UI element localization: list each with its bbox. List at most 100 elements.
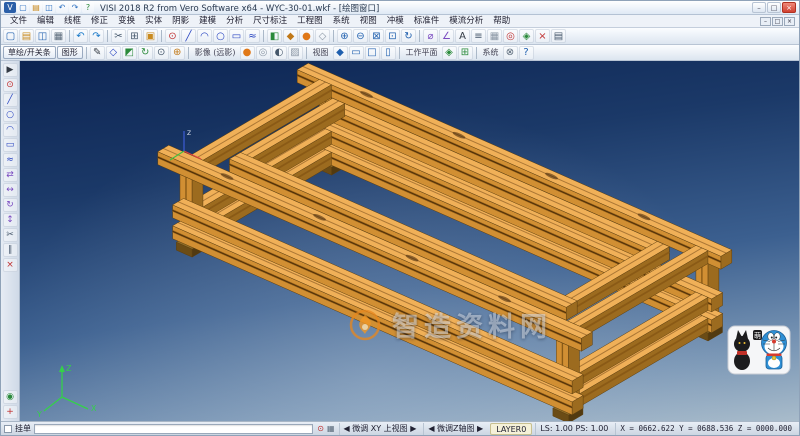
grid-icon[interactable]: ▦: [487, 29, 502, 43]
grid-toggle-icon[interactable]: ▦: [326, 424, 336, 433]
menu-item-14[interactable]: 冲模: [382, 15, 409, 28]
help-icon[interactable]: ?: [82, 2, 94, 13]
menu-item-12[interactable]: 系统: [328, 15, 355, 28]
graphics-panel-button[interactable]: 图形: [57, 46, 83, 59]
zoom-window-icon[interactable]: ⊠: [369, 29, 384, 43]
save-file-icon[interactable]: ◫: [43, 2, 55, 13]
menu-item-17[interactable]: 帮助: [488, 15, 515, 28]
sketch-icon[interactable]: ✎: [90, 46, 105, 60]
properties-icon[interactable]: ▤: [551, 29, 566, 43]
hole-icon[interactable]: ⊙: [154, 46, 169, 60]
menu-item-4[interactable]: 修正: [86, 15, 113, 28]
rectangle-tool-icon[interactable]: ▭: [3, 138, 18, 152]
arc-icon[interactable]: ◠: [197, 29, 212, 43]
menu-item-16[interactable]: 模流分析: [444, 15, 488, 28]
measure-icon[interactable]: ⌀: [423, 29, 438, 43]
text-tool-icon[interactable]: A: [455, 29, 470, 43]
redo-icon[interactable]: ↷: [89, 29, 104, 43]
workplane-new-icon[interactable]: ⊞: [458, 46, 473, 60]
spline-tool-icon[interactable]: ≈: [3, 153, 18, 167]
copy-icon[interactable]: ⊞: [127, 29, 142, 43]
erase-icon[interactable]: ×: [3, 258, 18, 272]
undo-icon[interactable]: ↶: [73, 29, 88, 43]
visi-logo-icon[interactable]: V: [4, 2, 16, 13]
view-iso-icon[interactable]: ◆: [333, 46, 348, 60]
workplane-selector[interactable]: ◀ 微调 XY 上视图 ▶: [339, 423, 421, 435]
workplane-icon[interactable]: ◈: [519, 29, 534, 43]
rotate-view-icon[interactable]: ↻: [401, 29, 416, 43]
viewport-3d[interactable]: Z 智造资料网 Z X Y: [20, 61, 799, 421]
point-icon[interactable]: ⊙: [165, 29, 180, 43]
mdi-close-button[interactable]: ×: [784, 17, 795, 26]
point-tool-icon[interactable]: ⊙: [3, 78, 18, 92]
line-tool-icon[interactable]: ╱: [3, 93, 18, 107]
zoom-in-icon[interactable]: ⊕: [337, 29, 352, 43]
system-help-icon[interactable]: ?: [519, 46, 534, 60]
menu-item-3[interactable]: 线框: [59, 15, 86, 28]
view-selector[interactable]: ◀ 微调Z轴图 ▶: [423, 423, 487, 435]
hidden-line-mode-icon[interactable]: ◎: [256, 46, 271, 60]
workplane-standard-icon[interactable]: ◈: [442, 46, 457, 60]
spline-icon[interactable]: ≈: [245, 29, 260, 43]
wireframe-icon[interactable]: ◇: [315, 29, 330, 43]
view-top-icon[interactable]: ▭: [349, 46, 364, 60]
snap-toggle-icon[interactable]: ⊙: [316, 424, 325, 433]
model-3d[interactable]: [20, 61, 799, 421]
print-icon[interactable]: ▦: [51, 29, 66, 43]
open-icon[interactable]: ▤: [19, 29, 34, 43]
menu-item-13[interactable]: 视图: [355, 15, 382, 28]
minimize-button[interactable]: –: [752, 2, 766, 13]
new-icon[interactable]: ▢: [3, 29, 18, 43]
undo-icon[interactable]: ↶: [56, 2, 68, 13]
surface-icon[interactable]: ◧: [267, 29, 282, 43]
view-right-icon[interactable]: ▯: [381, 46, 396, 60]
close-button[interactable]: ×: [782, 2, 796, 13]
boolean-icon[interactable]: ⊕: [170, 46, 185, 60]
cut-icon[interactable]: ✂: [111, 29, 126, 43]
circle-tool-icon[interactable]: ○: [3, 108, 18, 122]
menu-item-8[interactable]: 建模: [194, 15, 221, 28]
menu-item-10[interactable]: 尺寸标注: [248, 15, 292, 28]
move-icon[interactable]: ↔: [3, 183, 18, 197]
view-front-icon[interactable]: □: [365, 46, 380, 60]
command-input[interactable]: [34, 424, 313, 434]
compass-icon[interactable]: ◉: [3, 390, 18, 404]
circle-icon[interactable]: ○: [213, 29, 228, 43]
layer-indicator[interactable]: LAYER0: [490, 423, 532, 435]
menu-item-15[interactable]: 标准件: [409, 15, 445, 28]
redo-icon[interactable]: ↷: [69, 2, 81, 13]
delete-icon[interactable]: ×: [535, 29, 550, 43]
zoom-fit-icon[interactable]: ⊡: [385, 29, 400, 43]
revolve-icon[interactable]: ↻: [138, 46, 153, 60]
offset-icon[interactable]: ∥: [3, 243, 18, 257]
mdi-minimize-button[interactable]: –: [760, 17, 771, 26]
mirror-icon[interactable]: ⇄: [3, 168, 18, 182]
scale-icon[interactable]: ↕: [3, 213, 18, 227]
snap-icon[interactable]: ◎: [503, 29, 518, 43]
save-icon[interactable]: ◫: [35, 29, 50, 43]
menu-item-2[interactable]: 编辑: [32, 15, 59, 28]
menu-item-6[interactable]: 实体: [140, 15, 167, 28]
profile-icon[interactable]: ◇: [106, 46, 121, 60]
zoom-out-icon[interactable]: ⊖: [353, 29, 368, 43]
arc-tool-icon[interactable]: ◠: [3, 123, 18, 137]
axes-icon[interactable]: +: [3, 405, 18, 419]
menu-item-1[interactable]: 文件: [5, 15, 32, 28]
open-file-icon[interactable]: ▤: [30, 2, 42, 13]
angle-dimension-icon[interactable]: ∠: [439, 29, 454, 43]
layers-icon[interactable]: ≡: [471, 29, 486, 43]
extrude-icon[interactable]: ◩: [122, 46, 137, 60]
mdi-restore-button[interactable]: □: [772, 17, 783, 26]
maximize-button[interactable]: □: [767, 2, 781, 13]
sketch-panel-button[interactable]: 草绘/开关条: [3, 46, 56, 59]
shaded-mode-icon[interactable]: ●: [240, 46, 255, 60]
menu-item-11[interactable]: 工程图: [292, 15, 328, 28]
shaded-render-icon[interactable]: ●: [299, 29, 314, 43]
menu-item-7[interactable]: 阴影: [167, 15, 194, 28]
settings-icon[interactable]: ⊗: [503, 46, 518, 60]
rectangle-icon[interactable]: ▭: [229, 29, 244, 43]
trim-icon[interactable]: ✂: [3, 228, 18, 242]
select-icon[interactable]: ▶: [3, 63, 18, 77]
solid-icon[interactable]: ◆: [283, 29, 298, 43]
rotate-icon[interactable]: ↻: [3, 198, 18, 212]
